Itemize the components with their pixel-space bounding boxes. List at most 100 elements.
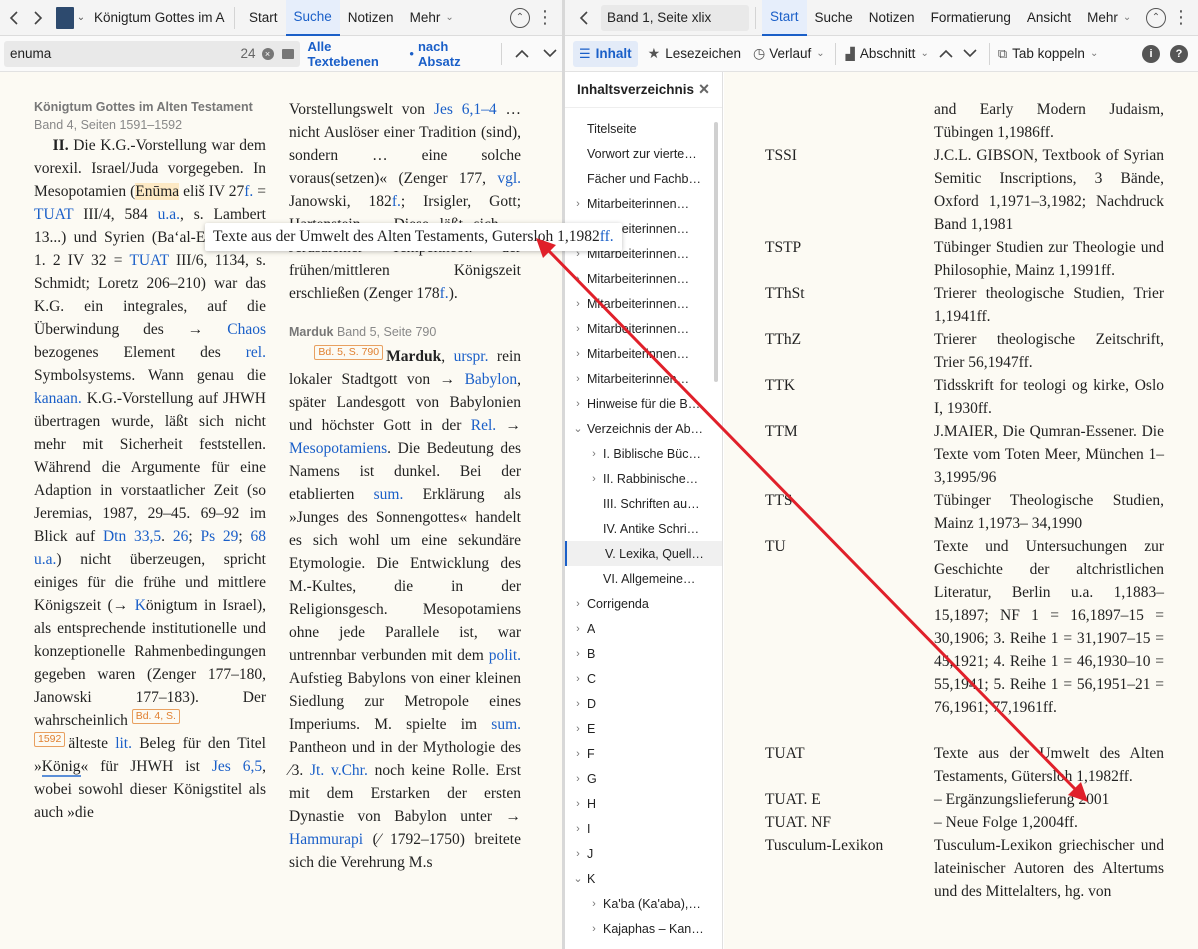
chevron-right-icon[interactable]: ›: [569, 698, 587, 710]
chevron-right-icon[interactable]: ›: [569, 298, 587, 310]
clear-icon[interactable]: ×: [261, 47, 274, 60]
toc-item[interactable]: V. Lexika, Quell…: [565, 541, 722, 566]
tooltip-link[interactable]: ff.: [600, 228, 614, 246]
toc-item[interactable]: › G: [565, 766, 722, 791]
chevron-right-icon[interactable]: ›: [569, 773, 587, 785]
inhalt-button[interactable]: ☰ Inhalt: [573, 40, 638, 67]
toc-item[interactable]: › B: [565, 641, 722, 666]
info-icon[interactable]: i: [1142, 44, 1160, 63]
forward-arrow-icon[interactable]: [26, 10, 50, 25]
chevron-right-icon[interactable]: ›: [569, 198, 587, 210]
toc-item[interactable]: Fächer und Fachb…: [565, 166, 722, 191]
chevron-right-icon[interactable]: ›: [569, 373, 587, 385]
toc-item[interactable]: ›Mitarbeiterinnen…: [565, 291, 722, 316]
prev-result-icon[interactable]: [510, 49, 534, 58]
chevron-down-icon[interactable]: ⌄: [569, 872, 587, 885]
toc-item[interactable]: › Kajaphas – Kan…: [565, 916, 722, 941]
abbreviation-value: Tübinger Theologische Studien, Mainz 1,1…: [934, 492, 1164, 532]
tab-notizen[interactable]: Notizen: [861, 0, 923, 36]
close-icon[interactable]: ×: [694, 79, 714, 100]
chevron-down-icon[interactable]: [959, 49, 981, 58]
tab-formatierung[interactable]: Formatierung: [923, 0, 1019, 36]
chevron-right-icon[interactable]: ›: [569, 798, 587, 810]
page-marker[interactable]: 1592: [34, 732, 66, 747]
toc-scrollbar[interactable]: [714, 122, 718, 382]
toc-item[interactable]: Vorwort zur vierte…: [565, 141, 722, 166]
chevron-right-icon[interactable]: ›: [569, 748, 587, 760]
page-marker[interactable]: Bd. 4, S.: [131, 709, 180, 724]
lesezeichen-button[interactable]: ★ Lesezeichen: [648, 45, 741, 62]
toc-item[interactable]: ›Mitarbeiterinnen…: [565, 316, 722, 341]
collapse-up-icon[interactable]: ⌃: [1146, 7, 1166, 28]
location-field[interactable]: Band 1, Seite xlix: [601, 4, 749, 31]
back-arrow-icon[interactable]: [2, 10, 26, 25]
tab-notizen[interactable]: Notizen: [340, 0, 402, 36]
chevron-down-icon[interactable]: ⌄: [74, 12, 88, 23]
next-result-icon[interactable]: [538, 49, 562, 58]
chevron-down-icon[interactable]: ⌄: [569, 422, 587, 435]
toc-item[interactable]: › I. Biblische Büc…: [565, 441, 722, 466]
toc-item[interactable]: III. Schriften au…: [565, 491, 722, 516]
more-vertical-icon[interactable]: ⋮: [1172, 7, 1190, 28]
chevron-right-icon[interactable]: ›: [585, 898, 603, 910]
tab-start[interactable]: Start: [762, 0, 807, 36]
chevron-right-icon[interactable]: ›: [569, 648, 587, 660]
chevron-right-icon[interactable]: ›: [585, 473, 603, 485]
tab-mehr[interactable]: Mehr ⌄: [1079, 0, 1139, 36]
back-arrow-icon[interactable]: [571, 10, 597, 25]
tab-suche[interactable]: Suche: [807, 0, 861, 36]
toc-item[interactable]: › E: [565, 716, 722, 741]
search-input[interactable]: enuma 24 ×: [4, 40, 300, 67]
doc-title[interactable]: Königtum Gottes im A: [94, 10, 228, 25]
more-vertical-icon[interactable]: ⋮: [536, 7, 554, 28]
help-icon[interactable]: ?: [1170, 44, 1188, 63]
chevron-right-icon[interactable]: ›: [569, 323, 587, 335]
tab-koppeln-button[interactable]: ⧉ Tab koppeln ⌄: [998, 46, 1099, 62]
article-title: Marduk: [289, 325, 334, 339]
chevron-right-icon[interactable]: ›: [569, 273, 587, 285]
toc-item[interactable]: ›Mitarbeiterinnen…: [565, 191, 722, 216]
toc-item[interactable]: › D: [565, 691, 722, 716]
chevron-right-icon[interactable]: ›: [569, 623, 587, 635]
verlauf-button[interactable]: ◷ Verlauf ⌄: [753, 45, 825, 62]
tab-suche[interactable]: Suche: [285, 0, 340, 36]
chevron-right-icon[interactable]: ›: [585, 448, 603, 460]
page-marker[interactable]: Bd. 5, S. 790: [314, 345, 384, 360]
toc-item[interactable]: ⌄ K: [565, 866, 722, 891]
chevron-right-icon[interactable]: ›: [569, 848, 587, 860]
toc-item[interactable]: › Corrigenda: [565, 591, 722, 616]
scope-paragraph-link[interactable]: nach Absatz: [418, 39, 493, 69]
chevron-right-icon[interactable]: ›: [569, 823, 587, 835]
toc-item[interactable]: › I: [565, 816, 722, 841]
toc-item[interactable]: › Hinweise für die B…: [565, 391, 722, 416]
toc-item[interactable]: › F: [565, 741, 722, 766]
collapse-up-icon[interactable]: ⌃: [510, 7, 530, 28]
chevron-right-icon[interactable]: ›: [569, 348, 587, 360]
chevron-right-icon[interactable]: ›: [569, 673, 587, 685]
tab-start[interactable]: Start: [241, 0, 286, 36]
toc-item[interactable]: VI. Allgemeine…: [565, 566, 722, 591]
chevron-right-icon[interactable]: ›: [569, 398, 587, 410]
toc-item[interactable]: ⌄ Verzeichnis der Ab…: [565, 416, 722, 441]
scope-all-link[interactable]: Alle Textebenen: [308, 39, 406, 69]
toc-item[interactable]: › II. Rabbinische…: [565, 466, 722, 491]
toc-item[interactable]: ›Mitarbeiterinnen…: [565, 341, 722, 366]
chevron-up-icon[interactable]: [935, 49, 957, 58]
toc-item[interactable]: ›Mitarbeiterinnen…: [565, 366, 722, 391]
chevron-right-icon[interactable]: ›: [569, 723, 587, 735]
tab-ansicht[interactable]: Ansicht: [1019, 0, 1079, 36]
toc-item[interactable]: › C: [565, 666, 722, 691]
abschnitt-button[interactable]: ▟ Abschnitt ⌄: [846, 46, 929, 61]
chevron-right-icon[interactable]: ›: [585, 923, 603, 935]
book-cover-icon[interactable]: [56, 6, 74, 29]
list-icon[interactable]: [281, 48, 294, 59]
tab-mehr[interactable]: Mehr ⌄: [402, 0, 462, 36]
toc-item[interactable]: IV. Antike Schri…: [565, 516, 722, 541]
toc-item[interactable]: Titelseite: [565, 116, 722, 141]
toc-item[interactable]: › H: [565, 791, 722, 816]
toc-item[interactable]: › Ka'ba (Ka'aba),…: [565, 891, 722, 916]
toc-item[interactable]: › J: [565, 841, 722, 866]
toc-item[interactable]: ›Mitarbeiterinnen…: [565, 266, 722, 291]
chevron-right-icon[interactable]: ›: [569, 598, 587, 610]
toc-item[interactable]: › A: [565, 616, 722, 641]
